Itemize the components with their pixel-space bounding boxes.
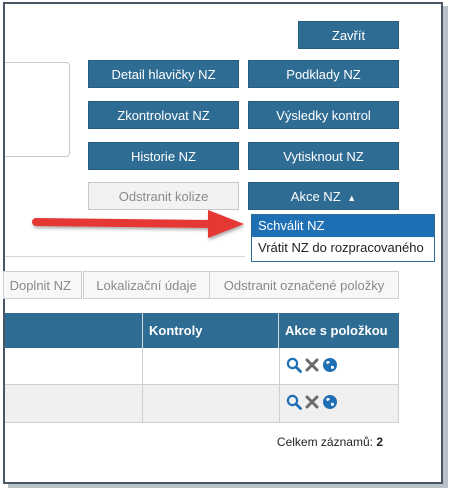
annotation-arrow: [32, 210, 244, 238]
